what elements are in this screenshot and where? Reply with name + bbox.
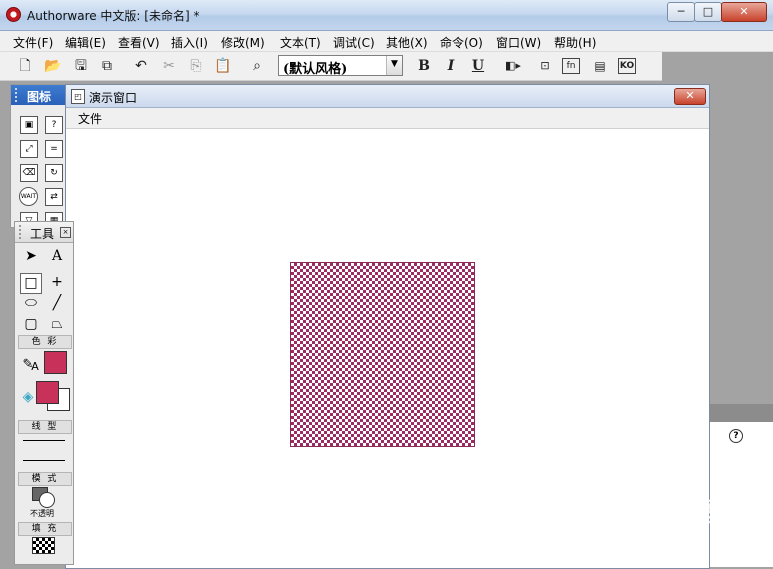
drag-grip-icon[interactable] bbox=[15, 88, 21, 102]
fill-pattern-swatch[interactable] bbox=[32, 537, 55, 554]
open-folder-icon[interactable]: 📂 bbox=[43, 56, 63, 76]
rectangle-tool-icon[interactable]: □ bbox=[20, 273, 42, 294]
drag-grip-icon[interactable] bbox=[19, 225, 25, 239]
icon-palette-title: 图标 bbox=[27, 90, 52, 104]
presentation-menu-bar: 文件 bbox=[66, 108, 709, 129]
ellipse-tool-icon[interactable]: ⬭ bbox=[20, 294, 42, 313]
icon-palette-header[interactable]: 图标 bbox=[11, 85, 67, 105]
menu-file[interactable]: 文件(F) bbox=[13, 34, 53, 51]
save-all-icon[interactable]: 🖫 bbox=[71, 56, 91, 76]
cut-icon[interactable]: ✂ bbox=[159, 56, 179, 76]
italic-button[interactable]: I bbox=[441, 56, 461, 76]
window-title: Authorware 中文版: [未命名] * bbox=[27, 9, 200, 23]
calculation-icon[interactable]: = bbox=[45, 140, 63, 158]
presentation-menu-file[interactable]: 文件 bbox=[78, 110, 102, 127]
line-style-sample[interactable] bbox=[23, 460, 65, 461]
menu-other[interactable]: 其他(X) bbox=[386, 34, 428, 51]
tools-close-icon[interactable]: × bbox=[60, 227, 71, 238]
text-style-value: (默认风格) bbox=[283, 62, 348, 77]
menu-modify[interactable]: 修改(M) bbox=[221, 34, 265, 51]
authorware-logo-icon bbox=[6, 7, 21, 22]
diagonal-line-tool-icon[interactable]: ╱ bbox=[46, 294, 68, 313]
bold-button[interactable]: B bbox=[414, 56, 434, 76]
pointer-tool-icon[interactable]: ➤ bbox=[20, 247, 42, 266]
watermark-url: jingyan.baidu.com bbox=[596, 531, 707, 545]
menu-edit[interactable]: 编辑(E) bbox=[65, 34, 106, 51]
variables-icon[interactable]: ▤ bbox=[590, 56, 610, 76]
help-icon[interactable]: ? bbox=[729, 429, 743, 443]
text-color-a-icon: A bbox=[31, 360, 39, 373]
menu-insert[interactable]: 插入(I) bbox=[171, 34, 208, 51]
menu-text[interactable]: 文本(T) bbox=[280, 34, 321, 51]
presentation-window-titlebar[interactable]: ◰ 演示窗口 ✕ bbox=[66, 85, 709, 108]
paste-icon[interactable]: 📋 bbox=[213, 56, 233, 76]
checkered-rectangle[interactable] bbox=[290, 262, 475, 447]
document-icon: ◰ bbox=[71, 89, 85, 104]
rounded-rectangle-tool-icon[interactable]: ▢ bbox=[20, 315, 42, 334]
import-icon[interactable]: ⧉ bbox=[97, 56, 117, 76]
undo-icon[interactable]: ↶ bbox=[131, 56, 151, 76]
line-style-section-label: 线 型 bbox=[18, 420, 72, 434]
minimize-button[interactable]: ─ bbox=[667, 2, 695, 22]
fill-section-label: 填 充 bbox=[18, 522, 72, 536]
text-style-select[interactable]: (默认风格) ▼ bbox=[278, 55, 403, 77]
chevron-down-icon[interactable]: ▼ bbox=[386, 56, 402, 75]
title-bar: Authorware 中文版: [未命名] * ─ □ ✕ bbox=[0, 0, 773, 31]
properties-panel-header bbox=[709, 404, 773, 422]
navigate-icon[interactable]: ↻ bbox=[45, 164, 63, 182]
tools-palette-header[interactable]: 工具 × bbox=[15, 222, 73, 243]
presentation-window-title: 演示窗口 bbox=[89, 91, 138, 105]
line-style-thin[interactable] bbox=[23, 440, 65, 441]
mode-value: 不透明 bbox=[30, 509, 54, 518]
text-color-swatch[interactable] bbox=[44, 351, 67, 374]
restart-icon[interactable]: ◧▸ bbox=[503, 56, 523, 76]
icon-palette: 图标 ▣ ? ⤢ = ⌫ ↻ WAIT ⇄ ▽ ▦ bbox=[10, 84, 68, 228]
line-tool-icon[interactable]: + bbox=[46, 273, 68, 292]
text-tool-icon[interactable]: A bbox=[46, 247, 68, 266]
close-button[interactable]: ✕ bbox=[721, 2, 767, 22]
knowledge-objects-icon[interactable]: KO bbox=[618, 58, 636, 74]
baidu-watermark: Baidu经验 bbox=[590, 498, 733, 528]
polygon-tool-icon[interactable]: ⏢ bbox=[46, 315, 68, 334]
copy-icon[interactable]: ⎘ bbox=[186, 56, 206, 76]
menu-help[interactable]: 帮助(H) bbox=[554, 34, 596, 51]
maximize-button[interactable]: □ bbox=[694, 2, 722, 22]
new-file-icon[interactable]: 🗋 bbox=[15, 56, 35, 76]
main-toolbar: 🗋 📂 🖫 ⧉ ↶ ✂ ⎘ 📋 ⌕ (默认风格) ▼ B I U ◧▸ ⊡ fn… bbox=[0, 52, 662, 81]
find-icon[interactable]: ⌕ bbox=[247, 56, 267, 76]
presentation-close-button[interactable]: ✕ bbox=[674, 88, 706, 105]
functions-icon[interactable]: fn bbox=[562, 58, 580, 74]
menu-bar: 文件(F) 编辑(E) 查看(V) 插入(I) 修改(M) 文本(T) 调试(C… bbox=[0, 31, 773, 52]
mode-section-label: 模 式 bbox=[18, 472, 72, 486]
erase-icon[interactable]: ⌫ bbox=[20, 164, 38, 182]
framework-icon[interactable]: ⇄ bbox=[45, 188, 63, 206]
underline-button[interactable]: U bbox=[468, 56, 488, 76]
decision-icon[interactable]: ? bbox=[45, 116, 63, 134]
tools-palette-title: 工具 bbox=[30, 227, 55, 241]
wait-icon[interactable]: WAIT bbox=[19, 187, 38, 206]
menu-command[interactable]: 命令(O) bbox=[440, 34, 483, 51]
display-icon[interactable]: ▣ bbox=[20, 116, 38, 134]
menu-debug[interactable]: 调试(C) bbox=[333, 34, 375, 51]
tools-palette: 工具 × ➤ A □ + ⬭ ╱ ▢ ⏢ 色 彩 ✎ A ◈ 线 型 模 式 不… bbox=[14, 221, 74, 565]
mode-icon-circle[interactable] bbox=[39, 492, 55, 508]
color-section-label: 色 彩 bbox=[18, 335, 72, 349]
menu-view[interactable]: 查看(V) bbox=[118, 34, 160, 51]
motion-icon[interactable]: ⤢ bbox=[20, 140, 38, 158]
control-panel-icon[interactable]: ⊡ bbox=[535, 56, 555, 76]
fill-color-swatch[interactable] bbox=[36, 381, 59, 404]
menu-window[interactable]: 窗口(W) bbox=[496, 34, 541, 51]
